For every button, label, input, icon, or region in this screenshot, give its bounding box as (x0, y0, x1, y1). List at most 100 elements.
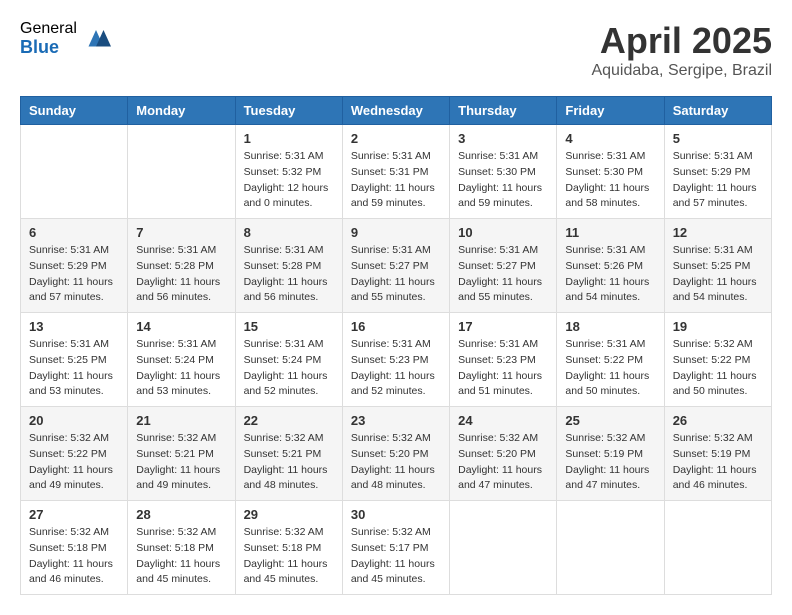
day-info: Sunrise: 5:32 AM Sunset: 5:19 PM Dayligh… (673, 431, 763, 494)
calendar-cell: 2Sunrise: 5:31 AM Sunset: 5:31 PM Daylig… (342, 125, 449, 219)
calendar-cell: 20Sunrise: 5:32 AM Sunset: 5:22 PM Dayli… (21, 407, 128, 501)
day-number: 2 (351, 131, 441, 146)
day-info: Sunrise: 5:32 AM Sunset: 5:17 PM Dayligh… (351, 525, 441, 588)
day-number: 13 (29, 319, 119, 334)
day-info: Sunrise: 5:32 AM Sunset: 5:18 PM Dayligh… (244, 525, 334, 588)
location: Aquidaba, Sergipe, Brazil (591, 62, 772, 80)
month-title: April 2025 (591, 20, 772, 62)
day-number: 28 (136, 507, 226, 522)
calendar-cell (664, 501, 771, 595)
day-number: 23 (351, 413, 441, 428)
day-info: Sunrise: 5:31 AM Sunset: 5:25 PM Dayligh… (29, 337, 119, 400)
logo-blue: Blue (20, 38, 77, 58)
day-info: Sunrise: 5:32 AM Sunset: 5:18 PM Dayligh… (136, 525, 226, 588)
header-tuesday: Tuesday (235, 97, 342, 125)
header-saturday: Saturday (664, 97, 771, 125)
day-info: Sunrise: 5:31 AM Sunset: 5:28 PM Dayligh… (244, 243, 334, 306)
calendar-cell (450, 501, 557, 595)
day-number: 22 (244, 413, 334, 428)
calendar-cell: 29Sunrise: 5:32 AM Sunset: 5:18 PM Dayli… (235, 501, 342, 595)
day-number: 26 (673, 413, 763, 428)
calendar-cell: 7 Sunrise: 5:31 AM Sunset: 5:28 PM Daylig… (128, 219, 235, 313)
calendar-cell: 26 Sunrise: 5:32 AM Sunset: 5:19 PM Dayli… (664, 407, 771, 501)
day-number: 17 (458, 319, 548, 334)
day-info: Sunrise: 5:31 AM Sunset: 5:23 PM Dayligh… (351, 337, 441, 400)
header-thursday: Thursday (450, 97, 557, 125)
calendar-cell: 25 Sunrise: 5:32 AM Sunset: 5:19 PM Dayli… (557, 407, 664, 501)
calendar-cell: 21 Sunrise: 5:32 AM Sunset: 5:21 PM Dayli… (128, 407, 235, 501)
day-number: 20 (29, 413, 119, 428)
calendar-week-row: 1 Sunrise: 5:31 AM Sunset: 5:32 PM Daylig… (21, 125, 772, 219)
day-number: 7 (136, 225, 226, 240)
calendar-cell (557, 501, 664, 595)
day-number: 4 (565, 131, 655, 146)
calendar-cell: 16 Sunrise: 5:31 AM Sunset: 5:23 PM Dayli… (342, 313, 449, 407)
day-number: 9 (351, 225, 441, 240)
day-number: 18 (565, 319, 655, 334)
day-info: Sunrise: 5:31 AM Sunset: 5:29 PM Dayligh… (673, 149, 763, 212)
day-info: Sunrise: 5:31 AM Sunset: 5:29 PM Dayligh… (29, 243, 119, 306)
calendar-cell: 19 Sunrise: 5:32 AM Sunset: 5:22 PM Dayli… (664, 313, 771, 407)
calendar-cell: 6 Sunrise: 5:31 AM Sunset: 5:29 PM Daylig… (21, 219, 128, 313)
day-info: Sunrise: 5:31 AM Sunset: 5:24 PM Dayligh… (244, 337, 334, 400)
calendar-cell: 8 Sunrise: 5:31 AM Sunset: 5:28 PM Daylig… (235, 219, 342, 313)
logo-text: General Blue (20, 20, 77, 57)
day-number: 21 (136, 413, 226, 428)
calendar-cell: 11 Sunrise: 5:31 AM Sunset: 5:26 PM Dayli… (557, 219, 664, 313)
day-number: 8 (244, 225, 334, 240)
calendar-week-row: 20Sunrise: 5:32 AM Sunset: 5:22 PM Dayli… (21, 407, 772, 501)
calendar-cell: 27 Sunrise: 5:32 AM Sunset: 5:18 PM Dayli… (21, 501, 128, 595)
day-number: 16 (351, 319, 441, 334)
calendar-cell: 12Sunrise: 5:31 AM Sunset: 5:25 PM Dayli… (664, 219, 771, 313)
day-number: 27 (29, 507, 119, 522)
day-number: 3 (458, 131, 548, 146)
calendar-cell: 30Sunrise: 5:32 AM Sunset: 5:17 PM Dayli… (342, 501, 449, 595)
day-number: 14 (136, 319, 226, 334)
calendar-cell: 17Sunrise: 5:31 AM Sunset: 5:23 PM Dayli… (450, 313, 557, 407)
calendar-cell: 15 Sunrise: 5:31 AM Sunset: 5:24 PM Dayli… (235, 313, 342, 407)
calendar-cell: 28 Sunrise: 5:32 AM Sunset: 5:18 PM Dayli… (128, 501, 235, 595)
header-sunday: Sunday (21, 97, 128, 125)
day-info: Sunrise: 5:32 AM Sunset: 5:20 PM Dayligh… (458, 431, 548, 494)
day-info: Sunrise: 5:31 AM Sunset: 5:22 PM Dayligh… (565, 337, 655, 400)
day-info: Sunrise: 5:32 AM Sunset: 5:18 PM Dayligh… (29, 525, 119, 588)
calendar-cell: 14 Sunrise: 5:31 AM Sunset: 5:24 PM Dayli… (128, 313, 235, 407)
logo-icon (81, 24, 111, 54)
day-info: Sunrise: 5:31 AM Sunset: 5:26 PM Dayligh… (565, 243, 655, 306)
day-info: Sunrise: 5:32 AM Sunset: 5:21 PM Dayligh… (136, 431, 226, 494)
day-info: Sunrise: 5:31 AM Sunset: 5:28 PM Dayligh… (136, 243, 226, 306)
calendar-cell: 4Sunrise: 5:31 AM Sunset: 5:30 PM Daylig… (557, 125, 664, 219)
page-header: General Blue April 2025 Aquidaba, Sergip… (20, 20, 772, 80)
day-info: Sunrise: 5:31 AM Sunset: 5:32 PM Dayligh… (244, 149, 334, 212)
day-number: 1 (244, 131, 334, 146)
calendar-cell: 22 Sunrise: 5:32 AM Sunset: 5:21 PM Dayli… (235, 407, 342, 501)
calendar: SundayMondayTuesdayWednesdayThursdayFrid… (20, 96, 772, 595)
calendar-cell: 9 Sunrise: 5:31 AM Sunset: 5:27 PM Daylig… (342, 219, 449, 313)
header-friday: Friday (557, 97, 664, 125)
calendar-week-row: 6 Sunrise: 5:31 AM Sunset: 5:29 PM Daylig… (21, 219, 772, 313)
day-info: Sunrise: 5:31 AM Sunset: 5:27 PM Dayligh… (351, 243, 441, 306)
calendar-cell: 24Sunrise: 5:32 AM Sunset: 5:20 PM Dayli… (450, 407, 557, 501)
day-number: 11 (565, 225, 655, 240)
day-number: 25 (565, 413, 655, 428)
calendar-week-row: 27 Sunrise: 5:32 AM Sunset: 5:18 PM Dayli… (21, 501, 772, 595)
day-number: 15 (244, 319, 334, 334)
day-info: Sunrise: 5:32 AM Sunset: 5:21 PM Dayligh… (244, 431, 334, 494)
calendar-header-row: SundayMondayTuesdayWednesdayThursdayFrid… (21, 97, 772, 125)
title-section: April 2025 Aquidaba, Sergipe, Brazil (591, 20, 772, 80)
calendar-cell: 3 Sunrise: 5:31 AM Sunset: 5:30 PM Daylig… (450, 125, 557, 219)
calendar-week-row: 13 Sunrise: 5:31 AM Sunset: 5:25 PM Dayli… (21, 313, 772, 407)
day-number: 5 (673, 131, 763, 146)
day-info: Sunrise: 5:32 AM Sunset: 5:20 PM Dayligh… (351, 431, 441, 494)
day-number: 6 (29, 225, 119, 240)
day-info: Sunrise: 5:31 AM Sunset: 5:24 PM Dayligh… (136, 337, 226, 400)
day-info: Sunrise: 5:31 AM Sunset: 5:30 PM Dayligh… (458, 149, 548, 212)
logo: General Blue (20, 20, 111, 57)
day-number: 19 (673, 319, 763, 334)
day-number: 10 (458, 225, 548, 240)
day-info: Sunrise: 5:32 AM Sunset: 5:19 PM Dayligh… (565, 431, 655, 494)
calendar-cell (21, 125, 128, 219)
calendar-cell: 23 Sunrise: 5:32 AM Sunset: 5:20 PM Dayli… (342, 407, 449, 501)
day-info: Sunrise: 5:32 AM Sunset: 5:22 PM Dayligh… (673, 337, 763, 400)
calendar-cell (128, 125, 235, 219)
